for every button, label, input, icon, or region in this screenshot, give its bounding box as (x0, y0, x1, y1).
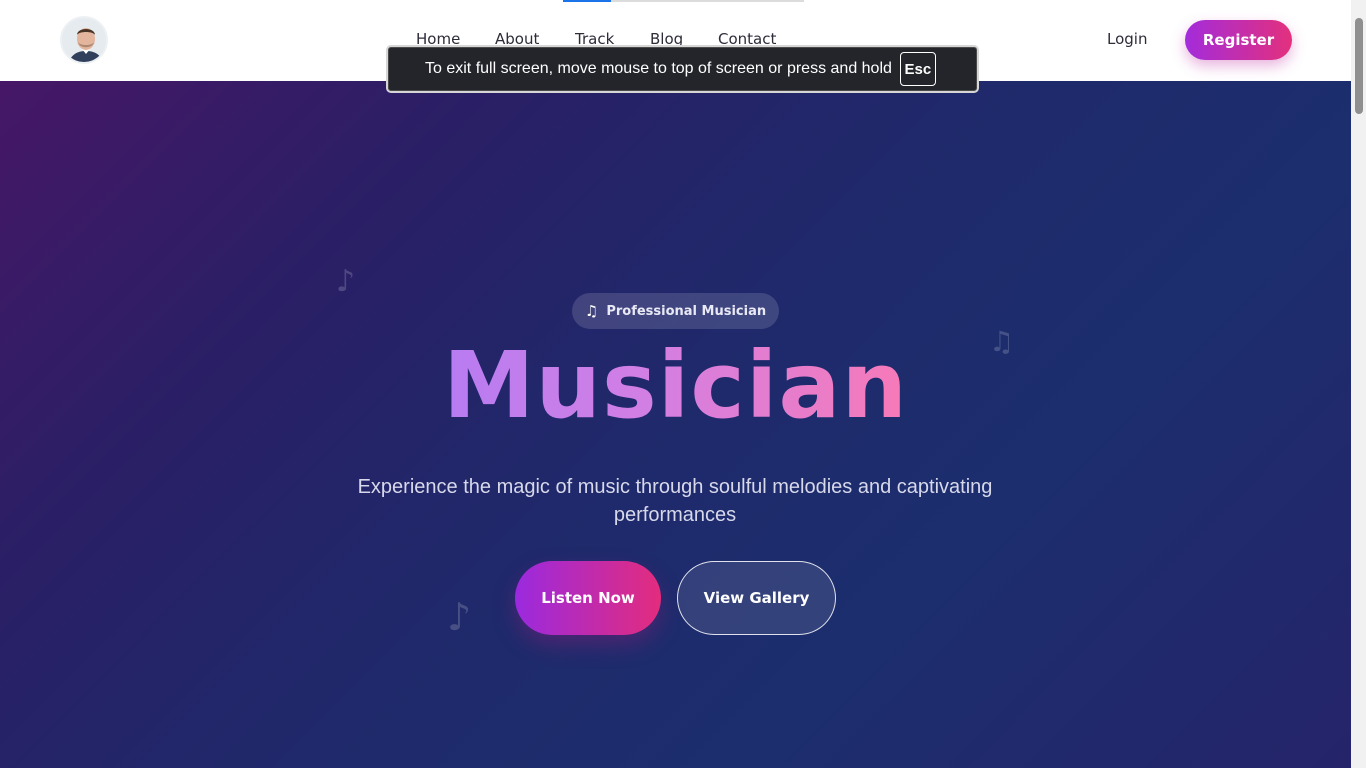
music-note-icon: ♪ (447, 595, 472, 639)
register-button[interactable]: Register (1185, 20, 1292, 60)
profession-badge: ♫ Professional Musician (572, 293, 779, 329)
music-note-icon: ♫ (584, 302, 599, 320)
hero-title-text: Musician (443, 332, 908, 439)
fullscreen-exit-toast: To exit full screen, move mouse to top o… (386, 45, 979, 93)
esc-key-badge: Esc (899, 52, 936, 86)
badge-label: Professional Musician (606, 303, 767, 319)
hero-title: Musician (0, 331, 1351, 441)
hero-section: ♪ ♫ ♪ ♫ Professional Musician Musician E… (0, 81, 1351, 768)
page-scrollbar[interactable] (1351, 0, 1366, 768)
scrollbar-thumb[interactable] (1355, 18, 1363, 114)
toast-message: To exit full screen, move mouse to top o… (425, 60, 892, 77)
view-gallery-button[interactable]: View Gallery (677, 561, 836, 635)
listen-now-button[interactable]: Listen Now (515, 561, 661, 635)
hero-subtitle: Experience the magic of music through so… (357, 476, 993, 526)
login-link[interactable]: Login (1107, 30, 1147, 48)
music-note-icon: ♪ (336, 264, 356, 299)
scroll-progress-bar (563, 0, 804, 2)
scroll-progress-fill (563, 0, 611, 2)
